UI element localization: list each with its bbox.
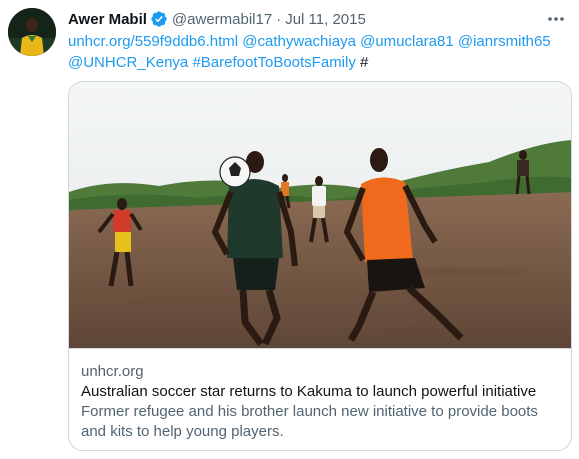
tweet-link[interactable]: unhcr.org/559f9ddb6.html [68, 33, 238, 50]
tweet-text: unhcr.org/559f9ddb6.html @cathywachiaya … [68, 31, 568, 73]
card-description: Former refugee and his brother launch ne… [81, 403, 538, 440]
mention-link[interactable]: @ianrsmith65 [458, 33, 551, 50]
card-title: Australian soccer star returns to Kakuma… [81, 383, 537, 400]
author-handle[interactable]: @awermabil17 [172, 11, 272, 28]
avatar-photo-icon [8, 8, 56, 56]
card-image[interactable] [69, 82, 571, 348]
card-domain: unhcr.org [81, 363, 144, 380]
author-avatar[interactable] [8, 8, 56, 56]
mention-link[interactable]: @UNHCR_Kenya [68, 54, 188, 71]
mention-link[interactable]: @cathywachiaya [242, 33, 356, 50]
tweet-date[interactable]: Jul 11, 2015 [285, 11, 366, 28]
link-preview-card[interactable]: unhcr.org Australian soccer star returns… [68, 81, 572, 451]
more-options-icon [548, 17, 564, 21]
soccer-players-photo-icon [69, 82, 571, 348]
verified-badge-icon [150, 10, 168, 28]
more-options-button[interactable] [545, 10, 567, 28]
author-name[interactable]: Awer Mabil [68, 11, 147, 28]
hashtag-link[interactable]: #BarefootToBootsFamily [192, 54, 355, 71]
separator-dot: · [276, 10, 282, 28]
trailing-hash: # [355, 54, 369, 71]
card-meta[interactable]: unhcr.org Australian soccer star returns… [69, 348, 571, 450]
mention-link[interactable]: @umuclara81 [360, 33, 454, 50]
tweet-header: Awer Mabil @awermabil17 · Jul 11, 2015 [68, 9, 539, 29]
